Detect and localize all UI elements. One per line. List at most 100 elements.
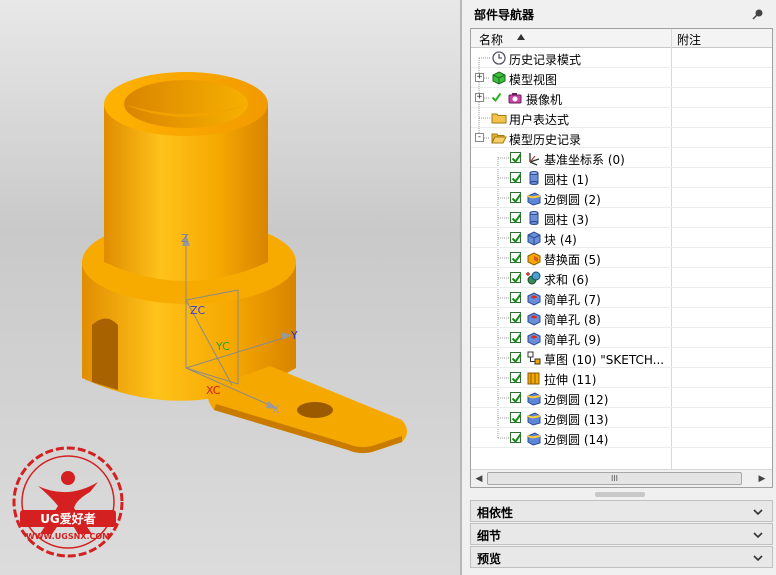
chevron-down-icon[interactable]: [751, 528, 765, 542]
open-folder-icon: [491, 133, 507, 144]
pin-icon[interactable]: [751, 7, 765, 21]
checkbox[interactable]: [510, 152, 522, 164]
horizontal-scrollbar[interactable]: ◀ III ▶: [471, 469, 772, 487]
tree-row[interactable]: 用户表达式: [471, 108, 772, 128]
tree-item-label: 简单孔 (7): [544, 293, 601, 307]
tree-item-label: 圆柱 (3): [544, 213, 589, 227]
axis-y-label: Y: [290, 329, 298, 342]
axis-xc-label: XC: [206, 384, 221, 397]
tree-row[interactable]: 拉伸 (11): [471, 368, 772, 388]
tree-item-label: 边倒圆 (14): [544, 433, 609, 447]
tree-row[interactable]: 简单孔 (8): [471, 308, 772, 328]
cylinder-icon: [529, 171, 539, 185]
checkbox[interactable]: [510, 412, 522, 424]
checkbox[interactable]: [510, 252, 522, 264]
checkbox[interactable]: [510, 432, 522, 444]
tree-item-label: 边倒圆 (13): [544, 413, 609, 427]
tree-item-label: 摄像机: [526, 93, 563, 107]
folder-icon: [491, 113, 507, 124]
cylinder-icon: [529, 211, 539, 225]
replace-face-icon: [527, 252, 541, 266]
chevron-down-icon[interactable]: [751, 505, 765, 519]
tree-item-label: 历史记录模式: [509, 53, 582, 67]
checkbox[interactable]: [510, 352, 522, 364]
tree-item-label: 圆柱 (1): [544, 173, 589, 187]
scroll-right-icon[interactable]: ▶: [756, 473, 768, 485]
tree-row[interactable]: 简单孔 (7): [471, 288, 772, 308]
checkbox[interactable]: [510, 172, 522, 184]
tree-item-label: 简单孔 (8): [544, 313, 601, 327]
watermark-url: WWW.UGSNX.COM: [26, 532, 110, 541]
tree-item-label: 边倒圆 (2): [544, 193, 601, 207]
tree-row[interactable]: 圆柱 (1): [471, 168, 772, 188]
edge-blend-icon: [527, 392, 541, 406]
panel-title: 部件导航器: [474, 8, 535, 22]
tree-item-label: 基准坐标系 (0): [544, 153, 625, 167]
scroll-thumb[interactable]: III: [487, 472, 742, 485]
tree-row[interactable]: 边倒圆 (13): [471, 408, 772, 428]
tree-row[interactable]: + 模型视图: [471, 68, 772, 88]
collapse-icon[interactable]: -: [475, 133, 484, 142]
edge-blend-icon: [527, 432, 541, 446]
panel-header: 部件导航器: [462, 0, 776, 28]
ugsnx-logo: UG爱好者 WWW.UGSNX.COM: [12, 446, 124, 558]
graphics-viewport[interactable]: Z ZC YC Y XC X UG爱好者 WWW.UGSNX.COM: [0, 0, 460, 575]
axis-zc-label: ZC: [190, 304, 206, 317]
scroll-left-icon[interactable]: ◀: [473, 473, 485, 485]
section-details-label: 细节: [477, 529, 502, 543]
part-navigator-panel: 部件导航器 名称 附注 历史记录模式 + 模型视图 + 摄像机 用户表达式 - 模型历史记录基…: [462, 0, 776, 575]
section-details[interactable]: 细节: [470, 523, 773, 545]
tree-row[interactable]: 基准坐标系 (0): [471, 148, 772, 168]
checkbox[interactable]: [510, 372, 522, 384]
panel-splitter[interactable]: [595, 492, 645, 497]
tree-row[interactable]: 圆柱 (3): [471, 208, 772, 228]
block-icon: [527, 231, 541, 246]
tree-row[interactable]: - 模型历史记录: [471, 128, 772, 148]
tree-row[interactable]: 历史记录模式: [471, 48, 772, 68]
clock-icon: [492, 51, 506, 65]
section-dependencies-label: 相依性: [477, 506, 514, 520]
model-render: Z ZC YC Y XC X UG爱好者 WWW.UGSNX.COM: [12, 72, 407, 558]
tree-item-label: 用户表达式: [509, 113, 570, 127]
sketch-icon: [527, 351, 541, 365]
checkbox[interactable]: [510, 312, 522, 324]
chevron-down-icon[interactable]: [751, 551, 765, 565]
tree-item-label: 边倒圆 (12): [544, 393, 609, 407]
hole-icon: [527, 332, 541, 346]
tree-row[interactable]: 替换面 (5): [471, 248, 772, 268]
checkbox[interactable]: [510, 192, 522, 204]
checkbox[interactable]: [510, 292, 522, 304]
datum-csys-icon: [529, 153, 540, 166]
checkmark-icon[interactable]: [491, 92, 502, 103]
tree-row[interactable]: 草图 (10) "SKETCH...: [471, 348, 772, 368]
tree-row[interactable]: 求和 (6): [471, 268, 772, 288]
tree-item-label: 模型历史记录: [509, 133, 582, 147]
tree-item-label: 拉伸 (11): [544, 373, 597, 387]
section-preview-label: 预览: [477, 552, 502, 566]
checkbox[interactable]: [510, 212, 522, 224]
section-preview[interactable]: 预览: [470, 546, 773, 568]
edge-blend-icon: [527, 192, 541, 206]
model-views-icon: [492, 71, 506, 85]
tree-row[interactable]: 边倒圆 (12): [471, 388, 772, 408]
tree-row[interactable]: + 摄像机: [471, 88, 772, 108]
watermark-brand: UG爱好者: [40, 511, 96, 526]
hole-icon: [527, 292, 541, 306]
expand-icon[interactable]: +: [475, 73, 484, 82]
tree-item-label: 替换面 (5): [544, 253, 601, 267]
checkbox[interactable]: [510, 332, 522, 344]
tree-row[interactable]: 边倒圆 (14): [471, 428, 772, 448]
tree-item-label: 求和 (6): [544, 273, 589, 287]
checkbox[interactable]: [510, 272, 522, 284]
checkbox[interactable]: [510, 232, 522, 244]
checkbox[interactable]: [510, 392, 522, 404]
section-dependencies[interactable]: 相依性: [470, 500, 773, 522]
camera-icon: [508, 93, 522, 104]
unite-icon: [526, 271, 541, 285]
navigator-tree[interactable]: 名称 附注 历史记录模式 + 模型视图 + 摄像机 用户表达式 - 模型历史记录 基准坐标系 (…: [470, 28, 773, 488]
tree-row[interactable]: 块 (4): [471, 228, 772, 248]
tree-row[interactable]: 边倒圆 (2): [471, 188, 772, 208]
tree-row[interactable]: 简单孔 (9): [471, 328, 772, 348]
expand-icon[interactable]: +: [475, 93, 484, 102]
hole-icon: [527, 312, 541, 326]
